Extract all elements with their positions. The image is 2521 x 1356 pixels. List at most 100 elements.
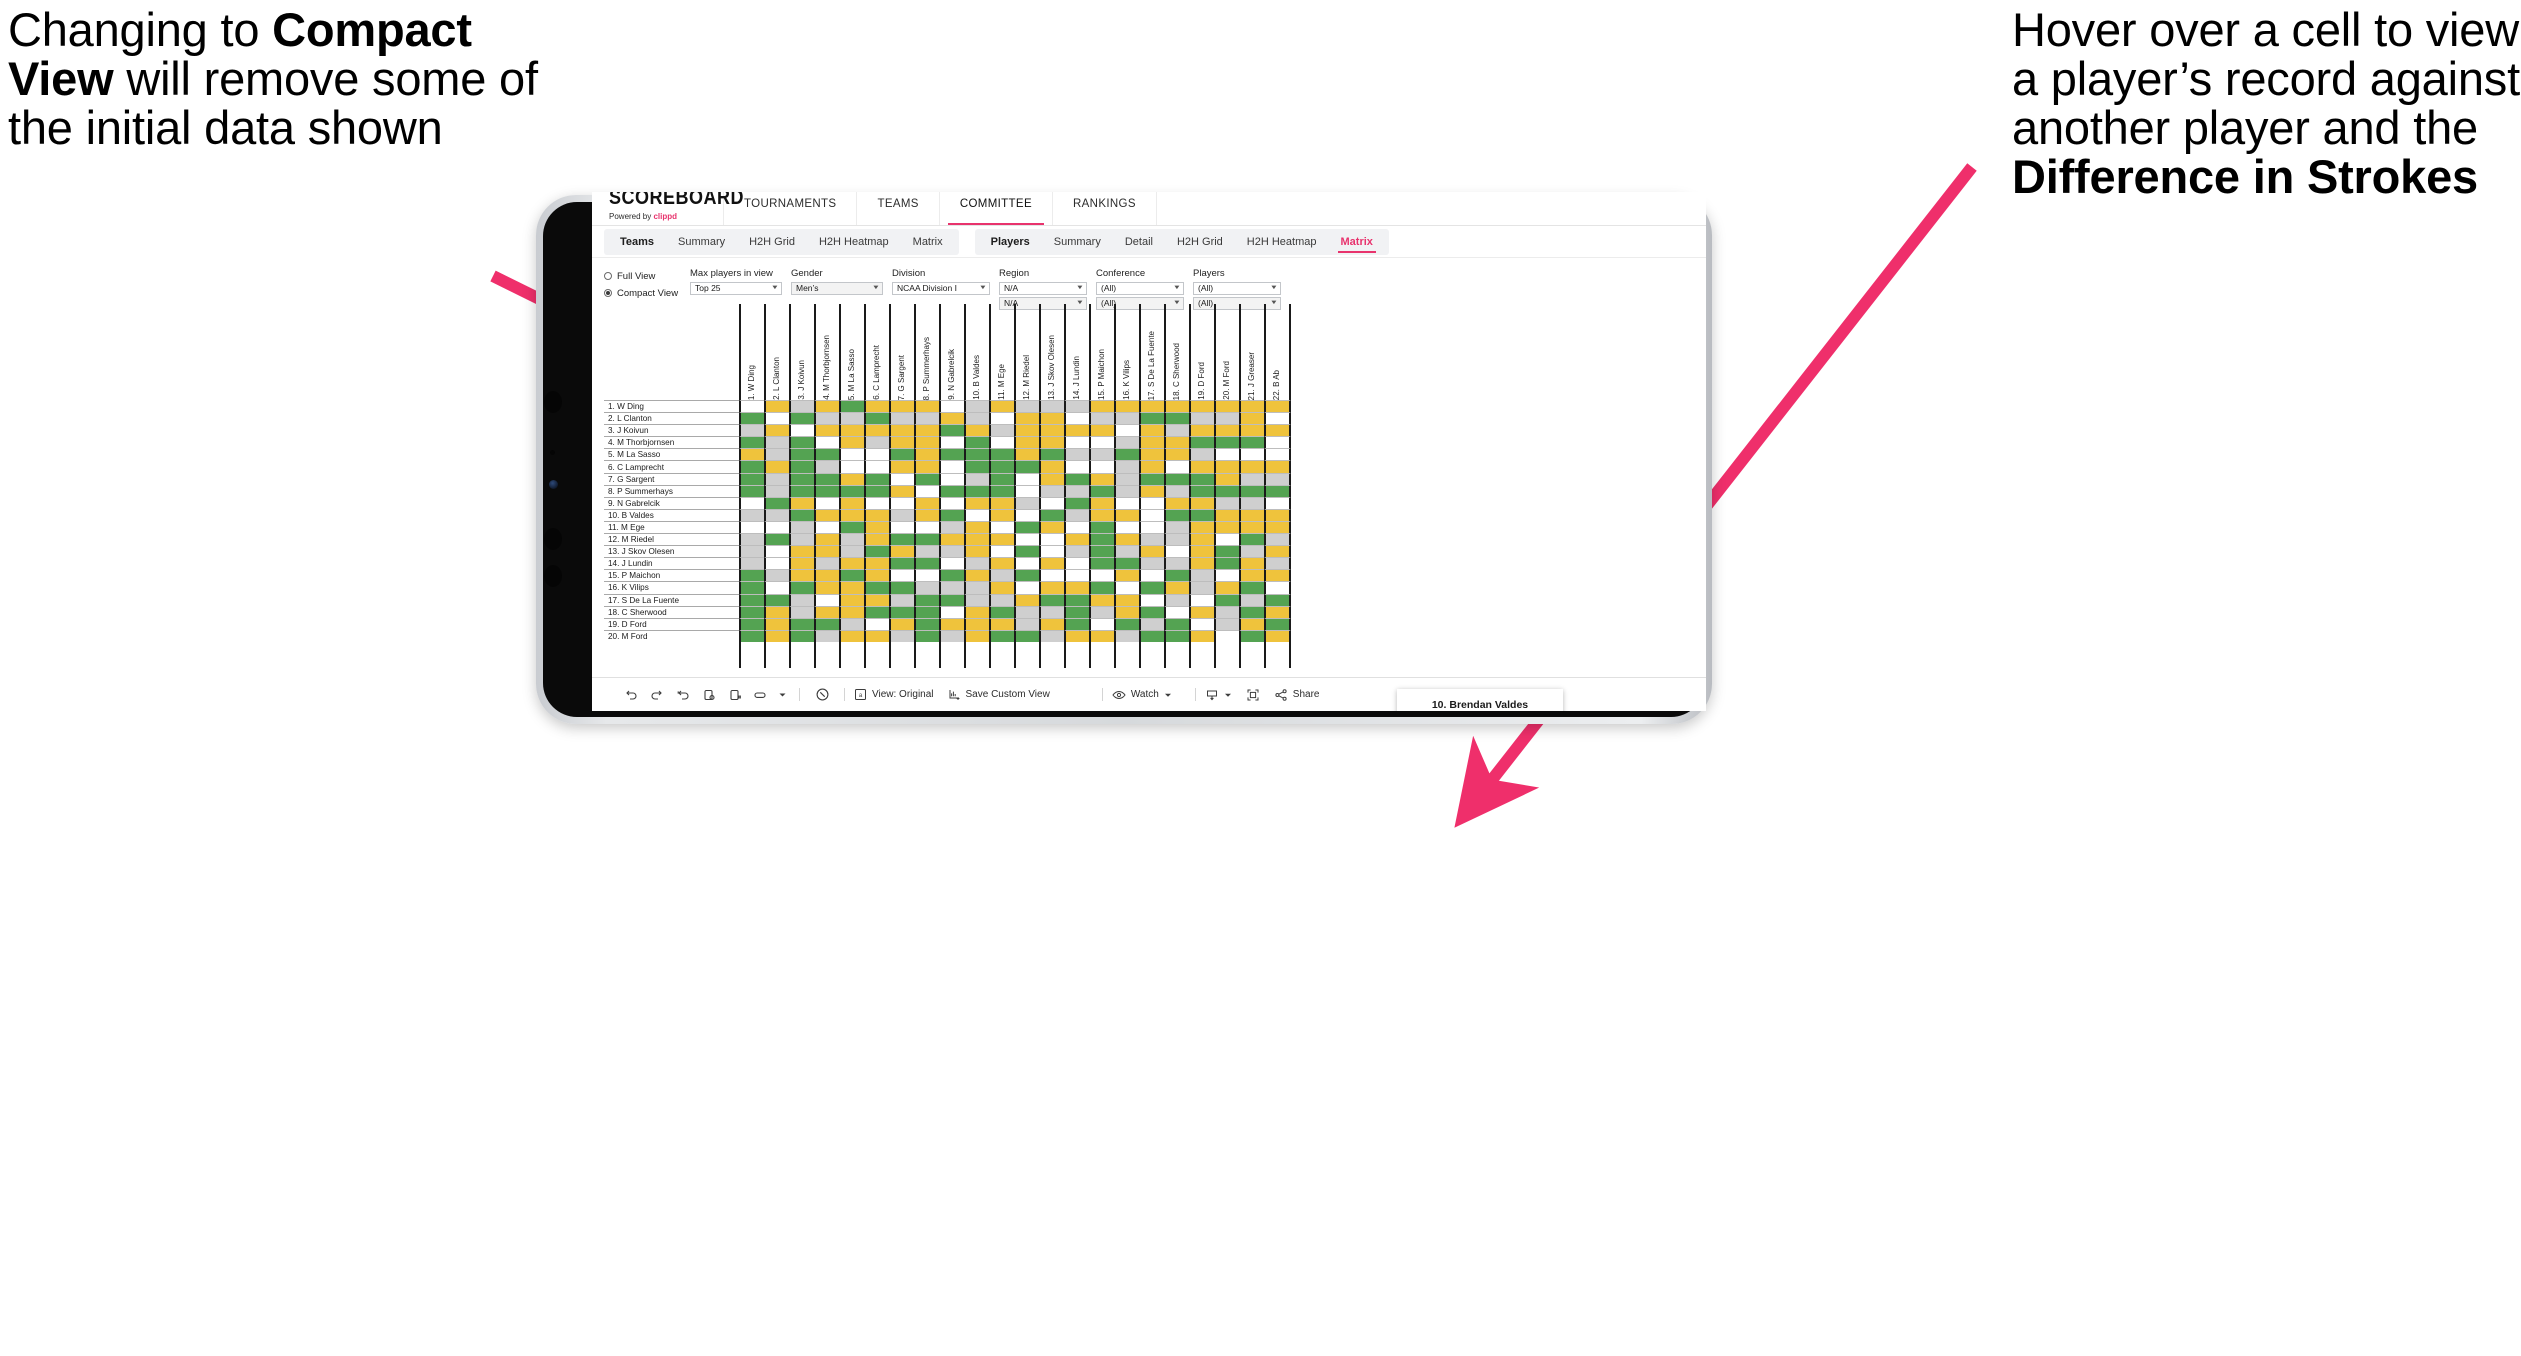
matrix-cell[interactable]	[1064, 412, 1091, 425]
matrix-cell[interactable]	[889, 533, 916, 546]
matrix-cell[interactable]	[889, 436, 916, 449]
tab-players-h2h-heatmap[interactable]: H2H Heatmap	[1235, 229, 1329, 255]
filter-players-select[interactable]: (All) ▼	[1193, 281, 1281, 295]
matrix-cell[interactable]	[1214, 400, 1241, 413]
matrix-cell[interactable]	[964, 593, 991, 606]
matrix-cell[interactable]	[1214, 569, 1241, 582]
matrix-cell[interactable]	[1139, 424, 1166, 437]
matrix-cell[interactable]	[789, 460, 816, 473]
matrix-cell[interactable]	[814, 436, 841, 449]
matrix-cell[interactable]	[789, 400, 816, 413]
fullscreen-button[interactable]	[1246, 688, 1260, 702]
tab-teams-h2h-heatmap[interactable]: H2H Heatmap	[807, 229, 901, 255]
matrix-cell[interactable]	[1064, 448, 1091, 461]
matrix-cell[interactable]	[1264, 545, 1291, 558]
share-button[interactable]: Share	[1274, 688, 1319, 702]
matrix-cell[interactable]	[989, 545, 1016, 558]
matrix-cell[interactable]	[914, 472, 941, 485]
view-original-button[interactable]: a View: Original	[854, 688, 934, 701]
matrix-cell[interactable]	[1014, 617, 1041, 630]
matrix-cell[interactable]	[1139, 508, 1166, 521]
matrix-cell[interactable]	[989, 533, 1016, 546]
matrix-cell[interactable]	[989, 581, 1016, 594]
matrix-cell[interactable]	[814, 508, 841, 521]
matrix-cell[interactable]	[1039, 593, 1066, 606]
matrix-cell[interactable]	[764, 460, 791, 473]
matrix-cell[interactable]	[839, 436, 866, 449]
matrix-cell[interactable]	[1114, 460, 1141, 473]
matrix-cell[interactable]	[1264, 533, 1291, 546]
matrix-cell[interactable]	[1014, 424, 1041, 437]
watch-button[interactable]: Watch	[1112, 688, 1172, 702]
matrix-cell[interactable]	[1164, 412, 1191, 425]
matrix-cell[interactable]	[939, 581, 966, 594]
matrix-cell[interactable]	[1039, 605, 1066, 618]
matrix-cell[interactable]	[814, 448, 841, 461]
matrix-cell[interactable]	[1164, 496, 1191, 509]
filter-division-select[interactable]: NCAA Division I ▼	[892, 281, 990, 295]
matrix-cell[interactable]	[1089, 629, 1116, 642]
matrix-cell[interactable]	[1064, 581, 1091, 594]
matrix-cell[interactable]	[739, 412, 766, 425]
matrix-cell[interactable]	[764, 557, 791, 570]
matrix-cell[interactable]	[1064, 496, 1091, 509]
matrix-cell[interactable]	[839, 400, 866, 413]
matrix-cell[interactable]	[864, 400, 891, 413]
matrix-cell[interactable]	[914, 448, 941, 461]
matrix-cell[interactable]	[1089, 460, 1116, 473]
matrix-cell[interactable]	[864, 412, 891, 425]
matrix-cell[interactable]	[1214, 605, 1241, 618]
matrix-cell[interactable]	[1164, 629, 1191, 642]
matrix-cell[interactable]	[1164, 557, 1191, 570]
matrix-cell[interactable]	[789, 484, 816, 497]
tablet-button-volume-up[interactable]	[544, 528, 562, 550]
matrix-cell[interactable]	[939, 472, 966, 485]
matrix-cell[interactable]	[1214, 520, 1241, 534]
matrix-cell[interactable]	[1189, 472, 1216, 485]
matrix-cell[interactable]	[939, 593, 966, 606]
matrix-cell[interactable]	[1114, 605, 1141, 618]
matrix-cell[interactable]	[939, 605, 966, 618]
matrix-cell[interactable]	[764, 424, 791, 437]
matrix-cell[interactable]	[1139, 545, 1166, 558]
matrix-cell[interactable]	[1239, 508, 1266, 521]
matrix-cell[interactable]	[939, 412, 966, 425]
matrix-cell[interactable]	[989, 460, 1016, 473]
matrix-cell[interactable]	[964, 508, 991, 521]
matrix-cell[interactable]	[989, 557, 1016, 570]
matrix-cell[interactable]	[939, 484, 966, 497]
matrix-cell[interactable]	[764, 617, 791, 630]
matrix-cell[interactable]	[1139, 593, 1166, 606]
matrix-cell[interactable]	[1089, 545, 1116, 558]
matrix-cell[interactable]	[964, 520, 991, 534]
matrix-cell[interactable]	[814, 496, 841, 509]
matrix-cell[interactable]	[1164, 617, 1191, 630]
matrix-cell[interactable]	[939, 520, 966, 534]
matrix-cell[interactable]	[1039, 508, 1066, 521]
matrix-cell[interactable]	[1014, 496, 1041, 509]
tablet-button-volume-down[interactable]	[544, 565, 562, 587]
matrix-cell[interactable]	[864, 496, 891, 509]
matrix-cell[interactable]	[1189, 520, 1216, 534]
matrix-cell[interactable]	[989, 412, 1016, 425]
pill-icon[interactable]	[748, 688, 774, 702]
matrix-cell[interactable]	[1114, 581, 1141, 594]
matrix-cell[interactable]	[1064, 617, 1091, 630]
matrix-cell[interactable]	[914, 569, 941, 582]
matrix-cell[interactable]	[1239, 545, 1266, 558]
matrix-cell[interactable]	[1139, 472, 1166, 485]
matrix-cell[interactable]	[989, 629, 1016, 642]
matrix-cell[interactable]	[789, 617, 816, 630]
matrix-cell[interactable]	[864, 557, 891, 570]
filter-region-select[interactable]: N/A ▼	[999, 281, 1087, 295]
matrix-cell[interactable]	[1039, 424, 1066, 437]
matrix-cell[interactable]	[989, 496, 1016, 509]
matrix-cell[interactable]	[739, 400, 766, 413]
matrix-cell[interactable]	[1039, 629, 1066, 642]
matrix-cell[interactable]	[1214, 496, 1241, 509]
matrix-cell[interactable]	[1214, 448, 1241, 461]
matrix-cell[interactable]	[1164, 424, 1191, 437]
matrix-cell[interactable]	[1214, 472, 1241, 485]
matrix-cell[interactable]	[814, 460, 841, 473]
matrix-cell[interactable]	[864, 472, 891, 485]
